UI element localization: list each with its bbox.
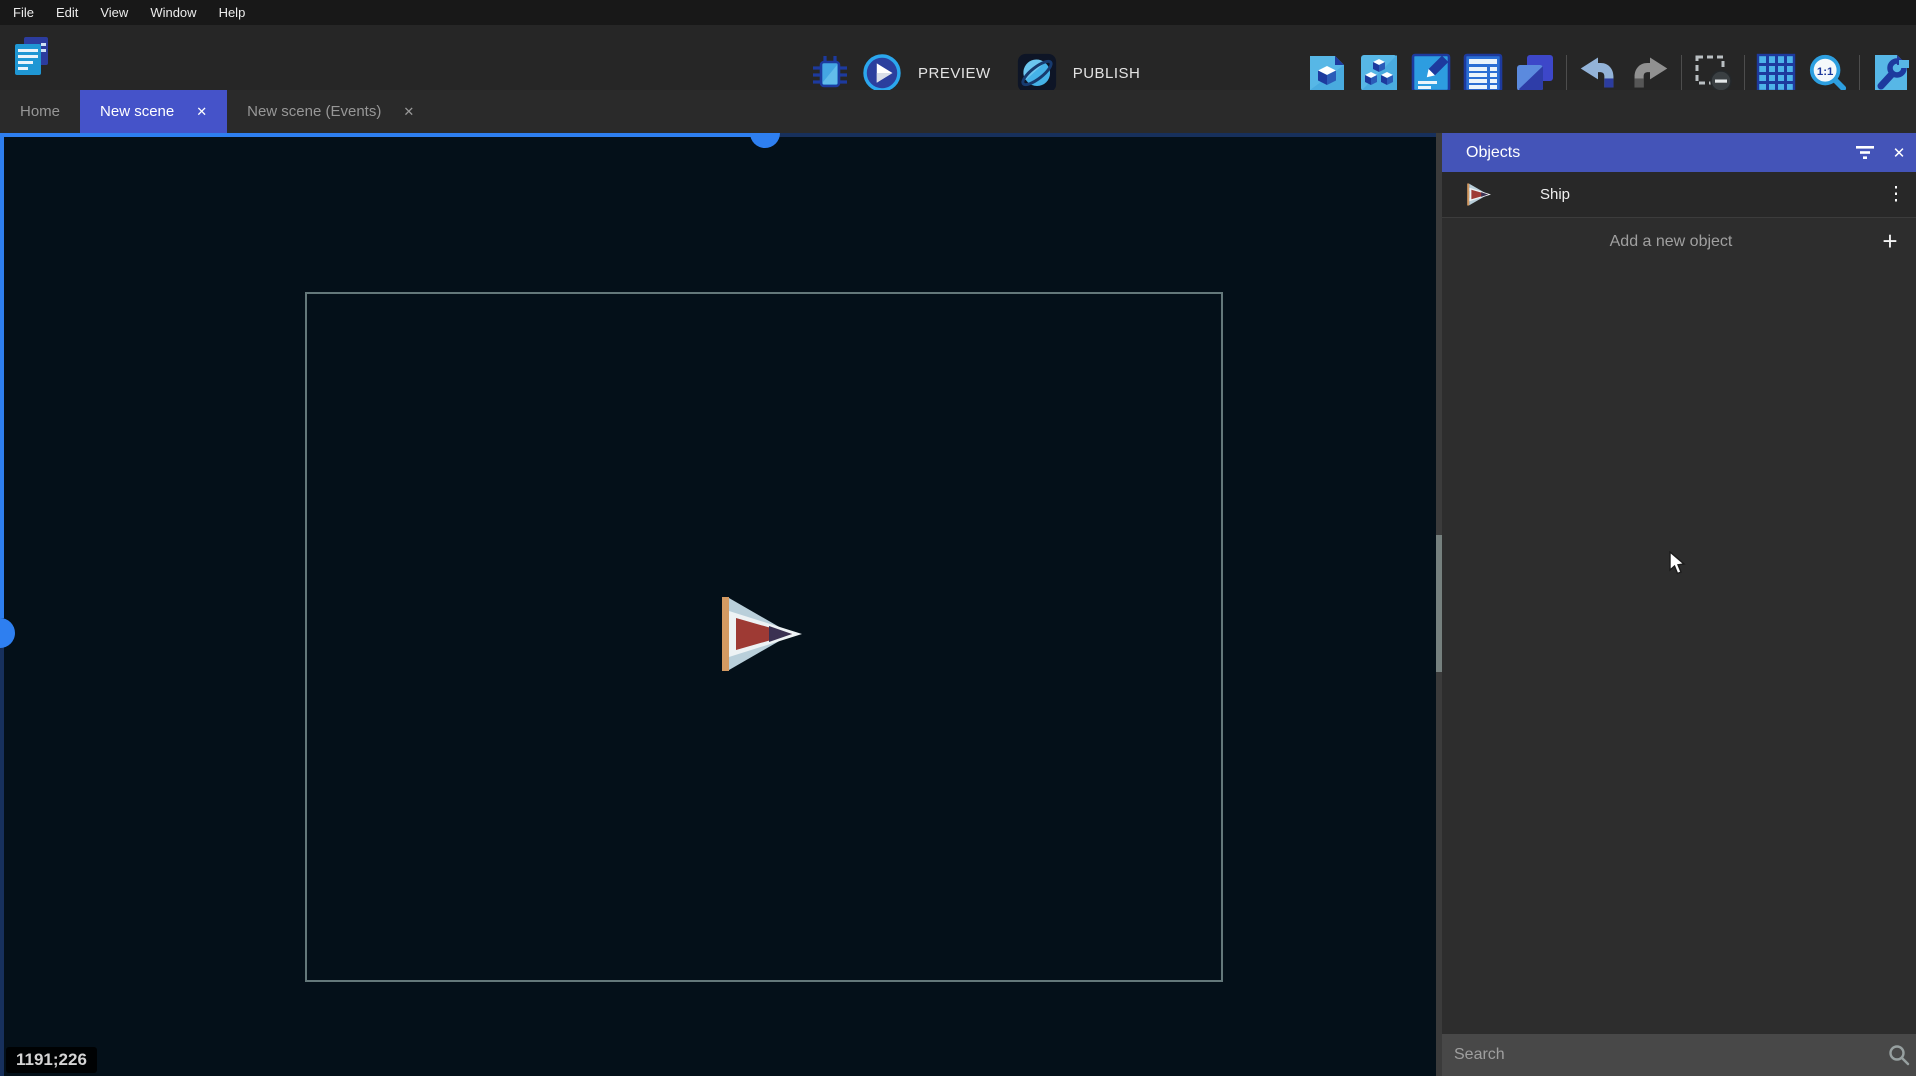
plus-icon[interactable]: + <box>1864 226 1916 257</box>
zoom-reset-button[interactable]: 1:1 <box>1808 51 1848 95</box>
pane-edge-left-dark <box>0 618 4 1076</box>
tab-new-scene[interactable]: New scene ✕ <box>80 90 227 133</box>
tab-home[interactable]: Home <box>0 90 80 133</box>
objects-panel-title: Objects <box>1466 144 1848 162</box>
add-object-row[interactable]: Add a new object + <box>1442 217 1916 265</box>
tab-new-scene-label: New scene <box>100 103 174 120</box>
menu-window[interactable]: Window <box>139 0 207 25</box>
add-object-label: Add a new object <box>1442 233 1864 251</box>
debug-icon <box>810 51 850 95</box>
redo-icon <box>1630 53 1670 93</box>
instances-list-button[interactable] <box>1463 51 1503 95</box>
settings-wrench-icon <box>1871 53 1911 93</box>
cursor-coordinates: 1191;226 <box>6 1047 97 1073</box>
search-icon[interactable] <box>1882 1044 1916 1066</box>
scene-edit-icon <box>1307 53 1347 93</box>
objects-panel-empty-area <box>1442 265 1916 1034</box>
ship-instance[interactable] <box>722 592 808 676</box>
close-icon: ✕ <box>1893 144 1906 162</box>
settings-button[interactable] <box>1871 51 1911 95</box>
pane-handle-top[interactable] <box>750 133 780 148</box>
project-manager-button[interactable] <box>10 33 52 81</box>
tab-new-scene-events[interactable]: New scene (Events) ✕ <box>227 90 434 133</box>
ship-thumbnail-icon <box>1466 182 1494 207</box>
object-name: Ship <box>1540 186 1876 203</box>
grid-icon <box>1756 53 1796 93</box>
instances-list-icon <box>1463 53 1503 93</box>
search-bar <box>1442 1034 1916 1076</box>
toolbar-separator <box>1566 55 1567 91</box>
tab-home-label: Home <box>20 103 60 120</box>
layers-icon <box>1515 53 1555 93</box>
toolbar-separator <box>1859 55 1860 91</box>
scene-edit-button[interactable] <box>1307 51 1347 95</box>
objects-panel-header: Objects ✕ <box>1442 133 1916 172</box>
object-kebab-menu-icon[interactable]: ⋮ <box>1876 183 1916 206</box>
undo-button[interactable] <box>1578 51 1618 95</box>
properties-pencil-icon <box>1411 53 1451 93</box>
gdevelop-window: File Edit View Window Help <box>0 0 1916 1076</box>
close-panel-button[interactable]: ✕ <box>1882 133 1916 172</box>
pane-edge-left <box>0 133 4 618</box>
undo-icon <box>1578 53 1618 93</box>
toolbar-separator <box>1744 55 1745 91</box>
filter-icon <box>1854 145 1876 160</box>
toolbar-separator <box>1681 55 1682 91</box>
layers-panel-button[interactable] <box>1515 51 1555 95</box>
pane-edge-top-dark <box>766 133 1436 137</box>
tab-close-icon[interactable]: ✕ <box>403 104 414 120</box>
zoom-1-1-icon: 1:1 <box>1808 52 1848 94</box>
toolbar: PREVIEW PUBLISH <box>0 25 1916 90</box>
tab-bar: Home New scene ✕ New scene (Events) ✕ <box>0 90 1916 133</box>
grid-toggle-button[interactable] <box>1756 51 1796 95</box>
properties-panel-button[interactable] <box>1411 51 1451 95</box>
menu-view[interactable]: View <box>89 0 139 25</box>
objects-cubes-icon <box>1359 53 1399 93</box>
pane-handle-left[interactable] <box>0 618 15 648</box>
publish-button[interactable] <box>1017 51 1057 95</box>
deselect-button[interactable] <box>1693 51 1733 95</box>
pane-edge-top <box>0 133 766 137</box>
zoom-icon-label: 1:1 <box>1817 66 1834 78</box>
menu-edit[interactable]: Edit <box>45 0 89 25</box>
publish-label[interactable]: PUBLISH <box>1073 65 1141 82</box>
redo-button[interactable] <box>1630 51 1670 95</box>
objects-panel: Objects ✕ Ship ⋮ <box>1442 133 1916 1076</box>
deselect-icon <box>1693 53 1733 93</box>
search-input[interactable] <box>1442 1046 1882 1064</box>
filter-button[interactable] <box>1848 133 1882 172</box>
project-manager-icon <box>10 33 52 81</box>
preview-button[interactable] <box>862 51 902 95</box>
menu-file[interactable]: File <box>2 0 45 25</box>
tab-close-icon[interactable]: ✕ <box>196 104 207 120</box>
tab-new-scene-events-label: New scene (Events) <box>247 103 381 120</box>
menu-bar: File Edit View Window Help <box>0 0 1916 25</box>
object-row-ship[interactable]: Ship ⋮ <box>1442 172 1916 217</box>
debug-button[interactable] <box>810 51 850 95</box>
scene-canvas[interactable]: 1191;226 <box>0 133 1436 1076</box>
preview-label[interactable]: PREVIEW <box>918 65 991 82</box>
menu-help[interactable]: Help <box>208 0 257 25</box>
objects-panel-button[interactable] <box>1359 51 1399 95</box>
